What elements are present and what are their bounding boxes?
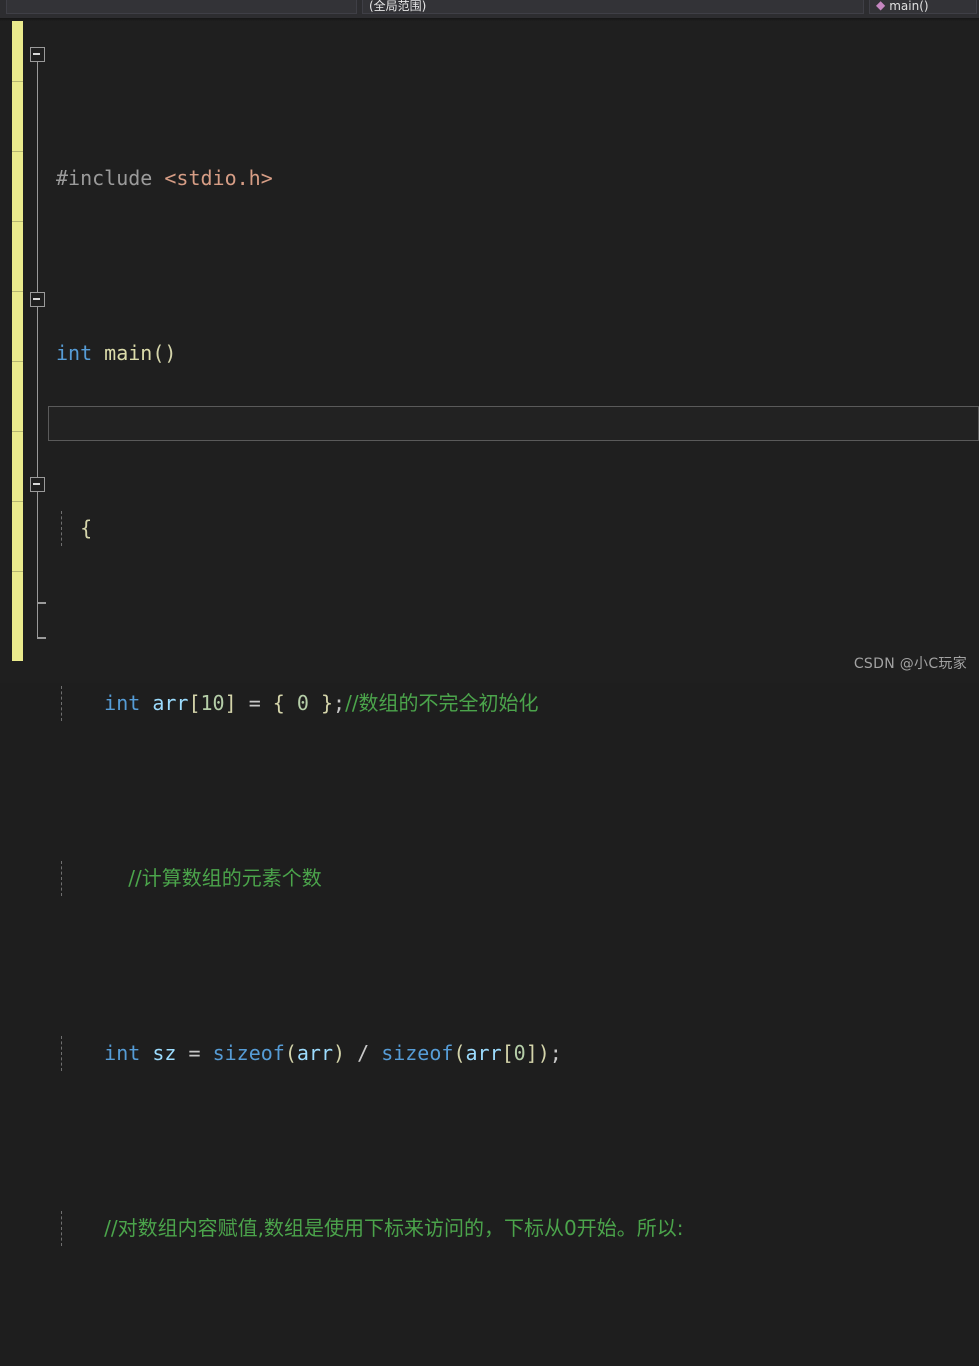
token-ident-arr: arr bbox=[465, 1041, 502, 1065]
code-line[interactable]: int main() bbox=[52, 336, 979, 371]
token-num-0: 0 bbox=[296, 691, 309, 715]
scope-dropdown[interactable] bbox=[6, 0, 357, 14]
code-line[interactable]: { bbox=[52, 511, 979, 546]
token-ident-arr: arr bbox=[296, 1041, 333, 1065]
comment-text: //数组的不完全初始化 bbox=[345, 691, 539, 715]
token-brace-open: { bbox=[80, 516, 93, 540]
fold-toggle-for-1[interactable] bbox=[30, 292, 45, 307]
fold-toggle-for-2[interactable] bbox=[30, 477, 45, 492]
token-num-0: 0 bbox=[513, 1041, 526, 1065]
token-ident-sz: sz bbox=[152, 1041, 177, 1065]
comment-text: //计算数组的元素个数 bbox=[128, 866, 322, 890]
token-include-header: <stdio.h> bbox=[164, 166, 273, 190]
code-line[interactable]: //对数组内容赋值,数组是使用下标来访问的，下标从0开始。所以: bbox=[52, 1211, 979, 1246]
code-editor[interactable]: #include <stdio.h> int main() { int arr[… bbox=[0, 21, 979, 1246]
token-num-10: 10 bbox=[200, 691, 225, 715]
token-keyword-int: int bbox=[56, 341, 93, 365]
code-text-area[interactable]: #include <stdio.h> int main() { int arr[… bbox=[52, 21, 979, 1246]
member-dropdown-label: (全局范围) bbox=[369, 0, 427, 13]
outlining-margin[interactable] bbox=[26, 21, 50, 683]
code-line[interactable]: int sz = sizeof(arr) / sizeof(arr[0]); bbox=[52, 1036, 979, 1071]
code-line[interactable]: int arr[10] = { 0 };//数组的不完全初始化 bbox=[52, 686, 979, 721]
comment-text: //对数组内容赋值,数组是使用下标来访问的，下标从0开始。所以: bbox=[104, 1216, 684, 1240]
change-tracking-margin bbox=[12, 21, 23, 661]
token-keyword-sizeof: sizeof bbox=[212, 1041, 285, 1065]
token-include-directive: #include bbox=[56, 166, 153, 190]
navigation-bar: (全局范围) ◆ main() bbox=[0, 0, 979, 18]
code-line[interactable]: //计算数组的元素个数 bbox=[52, 861, 979, 896]
token-ident-arr: arr bbox=[152, 691, 189, 715]
watermark: CSDN @小C玩家 bbox=[853, 656, 967, 672]
fold-bracket-for-2 bbox=[36, 492, 39, 602]
function-dropdown[interactable]: ◆ main() bbox=[869, 0, 977, 14]
code-line[interactable]: #include <stdio.h> bbox=[52, 161, 979, 196]
member-dropdown[interactable]: (全局范围) bbox=[362, 0, 864, 14]
token-keyword-int: int bbox=[104, 691, 141, 715]
token-keyword-sizeof: sizeof bbox=[381, 1041, 454, 1065]
fold-bracket-for-2-foot bbox=[36, 602, 46, 604]
token-paren: () bbox=[152, 341, 177, 365]
token-keyword-int: int bbox=[104, 1041, 141, 1065]
purple-box-icon: ◆ bbox=[876, 0, 886, 12]
function-dropdown-label: main() bbox=[889, 0, 929, 13]
token-function-main: main bbox=[104, 341, 153, 365]
fold-bracket-main-foot bbox=[36, 637, 46, 639]
fold-toggle-main[interactable] bbox=[30, 47, 45, 62]
